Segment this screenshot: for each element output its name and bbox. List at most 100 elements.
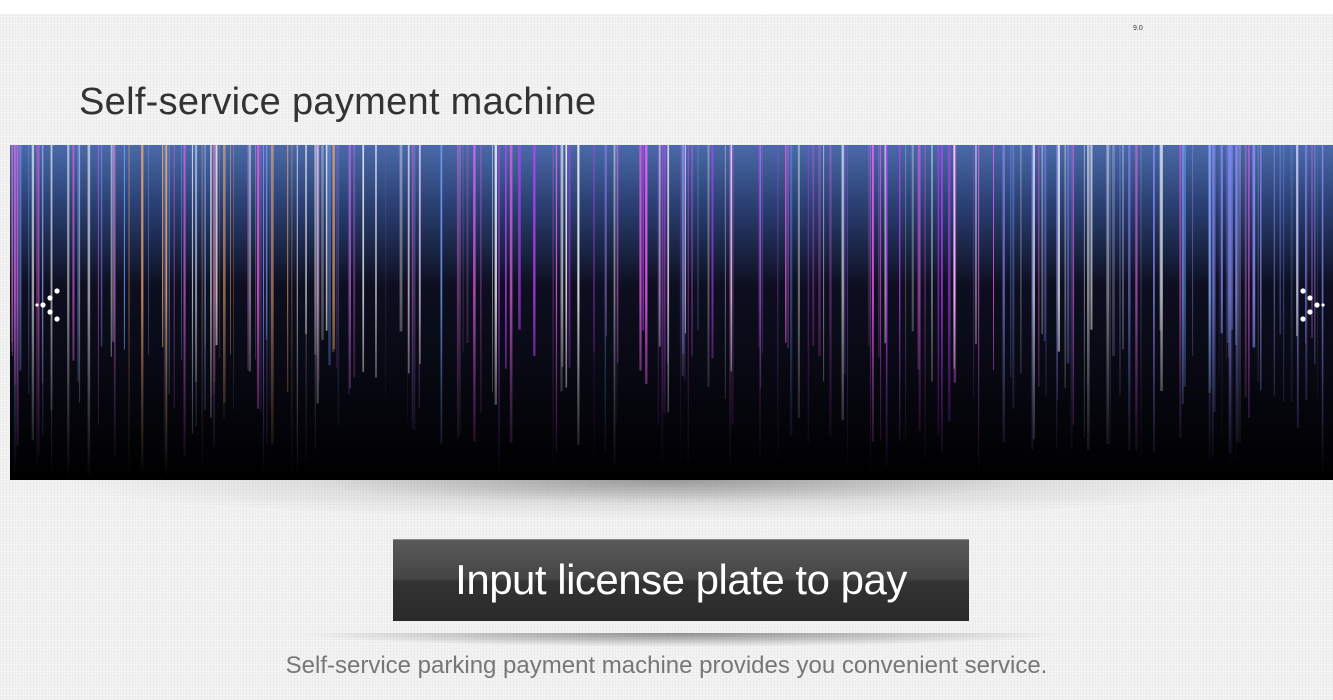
light-streak [362, 145, 365, 372]
light-streak [884, 145, 887, 344]
light-streak [1220, 145, 1223, 334]
light-streak [616, 145, 618, 423]
light-streak [664, 145, 666, 396]
light-streak [210, 145, 212, 418]
light-streak [1260, 145, 1262, 391]
light-streak [1230, 145, 1233, 478]
light-streak [1038, 145, 1040, 387]
light-streak [1183, 145, 1186, 387]
light-streak [1083, 145, 1085, 439]
light-streak [230, 145, 231, 355]
light-streak [263, 145, 264, 404]
light-streak [480, 145, 482, 414]
light-streak [707, 145, 710, 388]
light-streak [818, 145, 821, 356]
light-streak [762, 145, 763, 354]
light-streak [260, 145, 262, 413]
light-streak [518, 145, 521, 330]
light-streak [1239, 145, 1241, 443]
light-streak [168, 145, 170, 395]
light-streak [419, 145, 421, 364]
light-streak [255, 145, 256, 360]
light-streak [1012, 145, 1015, 409]
banner-image [10, 145, 1333, 480]
light-streak [78, 145, 81, 403]
light-streak [50, 145, 53, 410]
light-streak [128, 145, 130, 478]
top-strip [0, 0, 1333, 14]
light-streak [812, 145, 815, 347]
carousel-prev-button[interactable] [32, 283, 64, 333]
light-streak [1279, 145, 1282, 335]
light-streak [265, 145, 268, 340]
light-streak [213, 145, 216, 448]
light-streak [321, 145, 324, 340]
light-streak [1112, 145, 1115, 356]
light-streak [1244, 145, 1247, 397]
light-streak [924, 145, 926, 459]
light-streak [1213, 145, 1216, 412]
light-streak [593, 145, 595, 352]
light-streak [148, 145, 149, 355]
light-streak [256, 145, 260, 409]
light-streak [911, 145, 914, 332]
light-streak [328, 145, 331, 366]
light-streak [201, 145, 204, 476]
light-streak [878, 145, 880, 358]
light-streak [660, 145, 664, 462]
light-streak [785, 145, 787, 343]
light-streak [1192, 145, 1194, 356]
light-streak [100, 145, 103, 347]
light-streak [555, 145, 558, 453]
light-streak [223, 145, 226, 404]
light-streak [492, 145, 493, 393]
light-streak [1209, 145, 1212, 389]
light-streak [829, 145, 832, 436]
light-streak [335, 145, 338, 368]
light-streak [684, 145, 686, 381]
light-streak [77, 145, 79, 382]
light-streak [12, 145, 14, 356]
light-streak [72, 145, 75, 361]
light-streak [67, 145, 70, 479]
light-streak [777, 145, 779, 460]
light-streak [642, 145, 644, 331]
light-streak [1317, 145, 1318, 399]
light-streak [918, 145, 921, 431]
light-streak [823, 145, 825, 382]
light-streak [314, 145, 316, 449]
light-streak [191, 145, 194, 434]
light-streak [162, 145, 164, 348]
light-streak [163, 145, 166, 466]
light-streak [869, 145, 871, 478]
input-license-plate-button[interactable]: Input license plate to pay [393, 539, 969, 621]
light-streak [1153, 145, 1155, 453]
light-streak [568, 145, 571, 368]
light-streak [978, 145, 980, 470]
banner-carousel[interactable] [10, 145, 1333, 480]
light-streak [1031, 145, 1034, 450]
light-streak [1002, 145, 1005, 442]
light-streak [317, 145, 321, 382]
light-streak [973, 145, 975, 398]
light-streak [1057, 145, 1061, 352]
light-streak [1252, 145, 1256, 348]
light-streak [173, 145, 175, 409]
light-streak [233, 145, 235, 409]
light-streak [466, 145, 469, 343]
light-streak [941, 145, 943, 453]
page-title: Self-service payment machine [79, 81, 597, 124]
light-streak [28, 145, 30, 395]
light-streak [880, 145, 882, 441]
light-streak [552, 145, 555, 472]
light-streak [565, 145, 568, 388]
light-streak [113, 145, 116, 456]
light-streak [687, 145, 689, 462]
light-streak [1235, 145, 1237, 345]
banner-shadow [60, 480, 1273, 520]
light-streak [657, 145, 659, 426]
light-streak [993, 145, 994, 370]
light-streak [667, 145, 670, 413]
carousel-next-button[interactable] [1296, 283, 1328, 333]
light-streak [494, 145, 498, 405]
